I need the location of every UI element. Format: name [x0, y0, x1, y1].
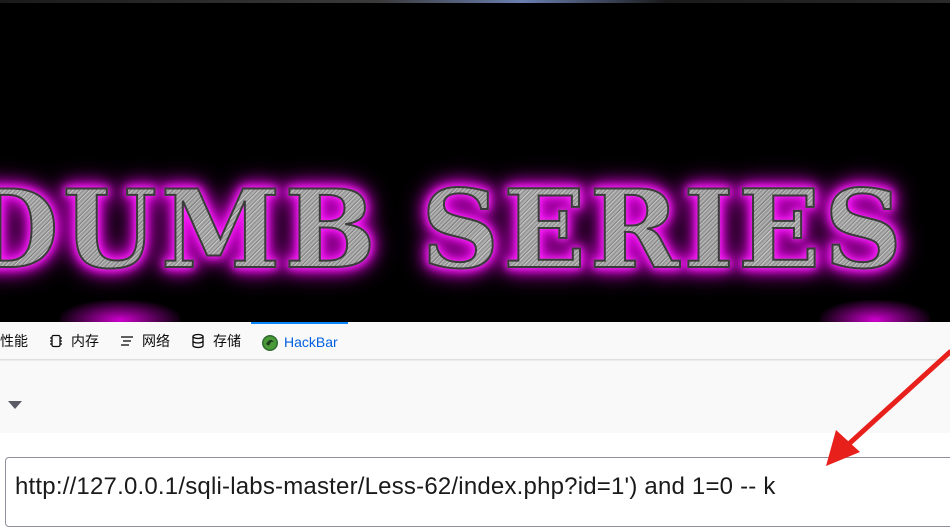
tab-performance-label: 性能: [0, 332, 28, 349]
tab-network-label: 网络: [142, 332, 170, 349]
tab-memory-label: 内存: [71, 332, 99, 349]
devtools-tab-bar: 性能 内存 网络 存储 HackBar: [0, 322, 950, 360]
network-icon: [119, 333, 135, 349]
memory-chip-icon: [48, 333, 64, 349]
url-input-value[interactable]: http://127.0.0.1/sqli-labs-master/Less-6…: [15, 473, 776, 501]
banner-title: DUMB SERIES: [0, 169, 906, 291]
hackbar-logo-icon: [261, 334, 278, 351]
tab-hackbar[interactable]: HackBar: [251, 322, 348, 359]
banner-glow-right: [820, 300, 930, 322]
banner-top-strip: [0, 0, 950, 3]
hackbar-menu-dropdown[interactable]: [5, 398, 25, 412]
hackbar-url-panel: http://127.0.0.1/sqli-labs-master/Less-6…: [0, 433, 950, 527]
tab-memory[interactable]: 内存: [38, 322, 109, 359]
hackbar-toolbar: [0, 360, 950, 434]
tab-hackbar-label: HackBar: [284, 333, 338, 350]
tab-performance[interactable]: 性能: [0, 322, 38, 359]
caret-down-icon: [8, 396, 22, 414]
tab-storage[interactable]: 存储: [180, 322, 251, 359]
tab-network[interactable]: 网络: [109, 322, 180, 359]
banner-glow-left: [60, 300, 180, 322]
database-icon: [190, 333, 206, 349]
page-banner: DUMB SERIES: [0, 0, 950, 322]
tab-storage-label: 存储: [213, 332, 241, 349]
